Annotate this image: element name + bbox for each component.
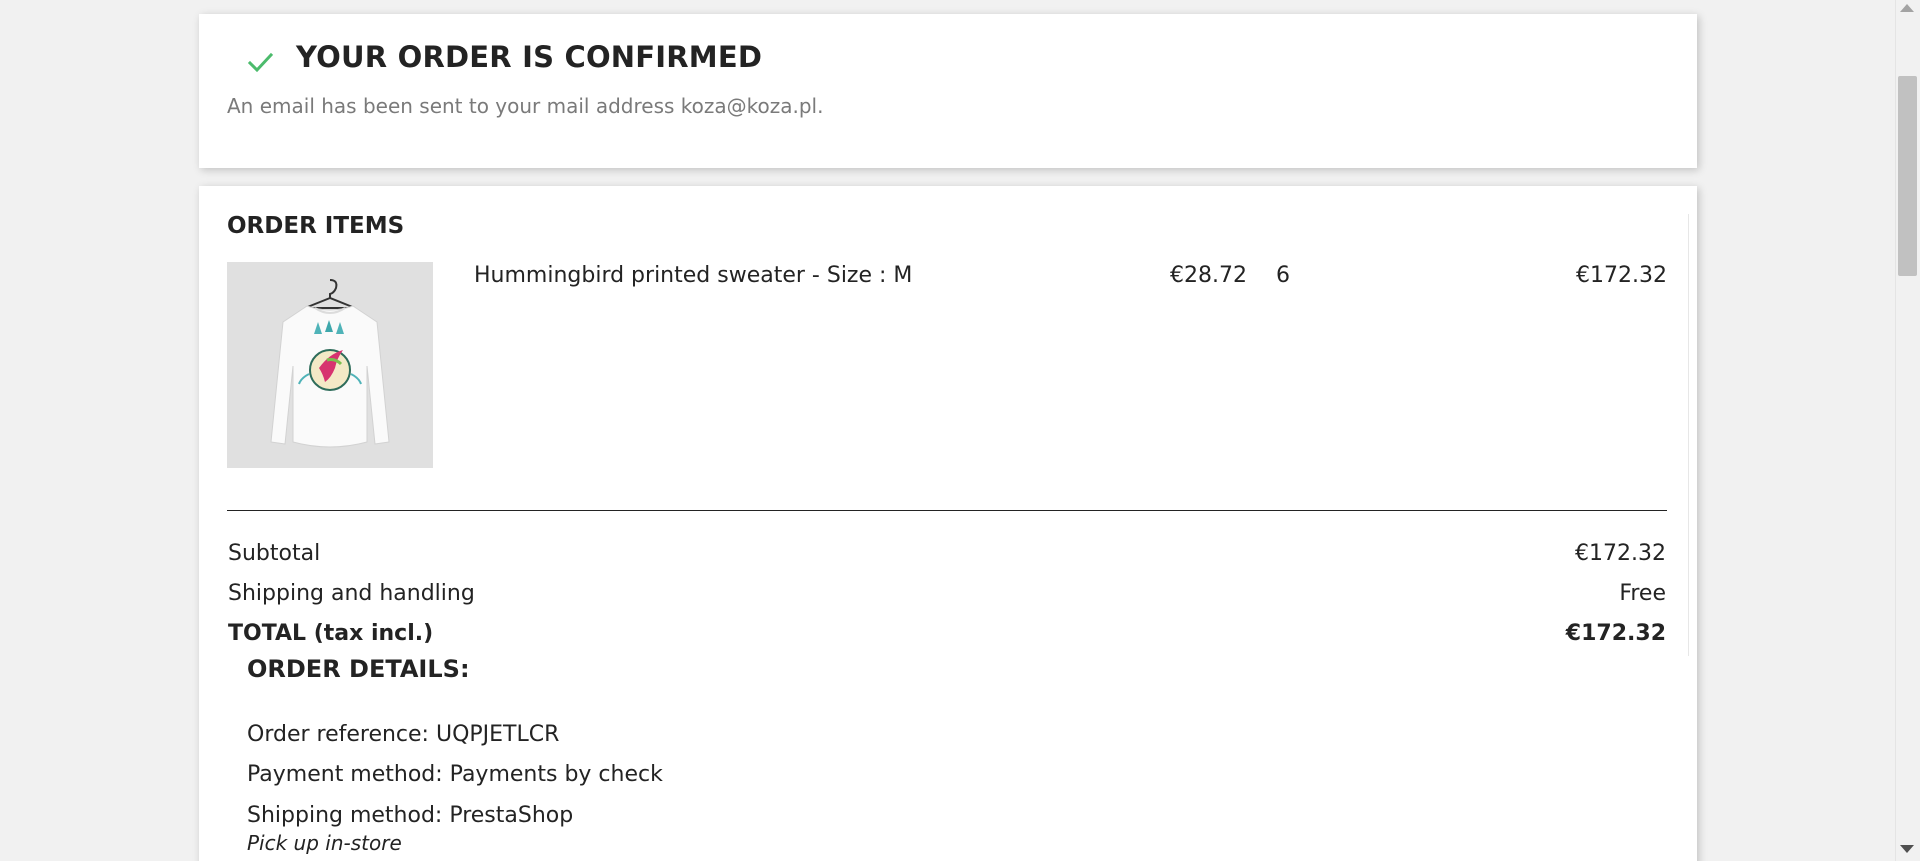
- carrier-delay: Pick up in-store: [247, 831, 402, 855]
- total-label: TOTAL (tax incl.): [228, 621, 434, 646]
- order-reference: Order reference: UQPJETLCR: [247, 722, 560, 747]
- shipping-method: Shipping method: PrestaShop: [247, 803, 574, 828]
- subtotal-value: €172.32: [1575, 541, 1666, 566]
- subtotal-label: Subtotal: [228, 541, 321, 566]
- product-unit-price: €28.72: [1170, 263, 1247, 288]
- hummingbird-sweater-image: [227, 262, 433, 468]
- order-confirmation-page: YOUR ORDER IS CONFIRMED An email has bee…: [0, 0, 1920, 861]
- order-items-title: ORDER ITEMS: [227, 213, 405, 239]
- confirmation-title: YOUR ORDER IS CONFIRMED: [296, 40, 763, 74]
- order-details-title: ORDER DETAILS:: [247, 655, 470, 683]
- product-name: Hummingbird printed sweater - Size : M: [474, 263, 913, 288]
- product-total-price: €172.32: [1576, 263, 1667, 288]
- section-divider-vertical: [1688, 214, 1689, 656]
- payment-method: Payment method: Payments by check: [247, 762, 663, 787]
- product-quantity: 6: [1276, 263, 1290, 288]
- shipping-value: Free: [1619, 581, 1666, 606]
- check-icon: [247, 52, 274, 73]
- total-value: €172.32: [1565, 621, 1666, 646]
- summary-divider: [227, 510, 1667, 511]
- scrollbar-thumb[interactable]: [1898, 76, 1917, 276]
- scroll-up-arrow-icon[interactable]: [1900, 4, 1914, 12]
- confirmation-card: [199, 14, 1697, 168]
- scroll-down-arrow-icon[interactable]: [1900, 845, 1914, 853]
- shipping-label: Shipping and handling: [228, 581, 475, 606]
- product-image[interactable]: [227, 262, 433, 468]
- confirmation-message: An email has been sent to your mail addr…: [227, 94, 824, 118]
